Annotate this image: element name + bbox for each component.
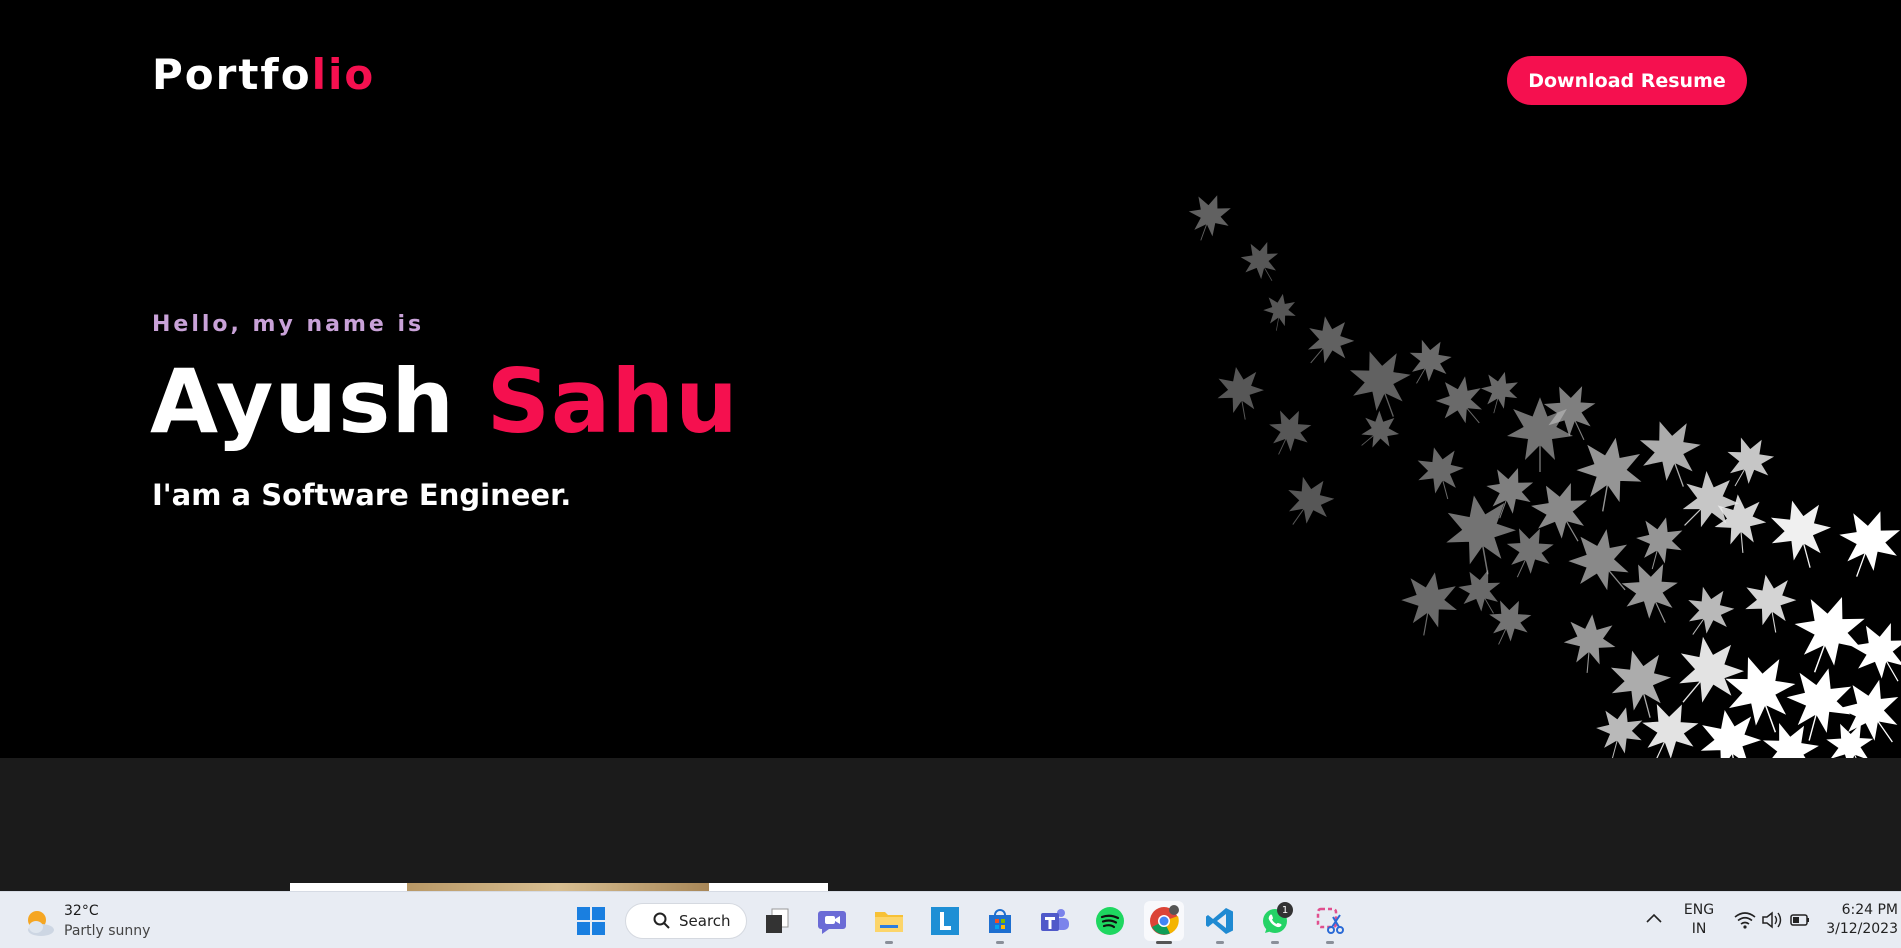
taskbar-clock[interactable]: 6:24 PM 3/12/2023: [1824, 901, 1901, 939]
volume-icon[interactable]: [1762, 911, 1782, 929]
active-indicator: [1156, 941, 1172, 944]
logo-main-text: Portfo: [152, 50, 312, 99]
leaf-shape: [1260, 403, 1317, 464]
l-app-icon[interactable]: [925, 901, 965, 941]
task-view-icon[interactable]: [757, 901, 797, 941]
leaf-shape: [1274, 468, 1342, 538]
running-indicator: [1271, 941, 1279, 944]
language-indicator[interactable]: ENG IN: [1681, 901, 1717, 939]
leaf-shape: [1412, 442, 1470, 506]
hero-last-name: Sahu: [486, 350, 739, 453]
leaf-shape: [1441, 491, 1522, 581]
chevron-up-icon[interactable]: [1643, 908, 1665, 930]
file-explorer-icon[interactable]: [869, 901, 909, 944]
snipping-tool-icon[interactable]: [1310, 901, 1350, 944]
leaf-shape: [1674, 578, 1742, 648]
leaf-shape: [1428, 368, 1497, 438]
vscode-icon[interactable]: [1200, 901, 1240, 944]
partly-sunny-icon: [28, 911, 54, 936]
download-resume-button[interactable]: Download Resume: [1507, 56, 1747, 105]
spotify-icon[interactable]: [1090, 901, 1130, 941]
leaf-shape: [1604, 644, 1679, 726]
whatsapp-icon[interactable]: 1: [1255, 901, 1295, 944]
search-label: Search: [679, 912, 731, 930]
chrome-icon[interactable]: [1144, 901, 1184, 944]
logo-accent-text: lio: [311, 50, 376, 99]
clock-time: 6:24 PM: [1841, 902, 1898, 918]
site-logo[interactable]: Portfolio: [152, 50, 375, 99]
content-image-preview: [407, 883, 709, 891]
system-tray-icons[interactable]: [1733, 909, 1823, 931]
running-indicator: [1216, 941, 1224, 944]
leaf-shape: [1614, 554, 1690, 635]
leaf-shape: [1293, 308, 1362, 378]
leaf-shape: [1260, 291, 1299, 334]
leaf-shape: [1658, 625, 1755, 723]
hero-role: I'am a Software Engineer.: [152, 478, 572, 512]
leaf-shape: [1397, 568, 1462, 641]
leaf-shape: [1590, 702, 1648, 758]
leaf-shape: [1214, 364, 1268, 424]
leaf-shape: [1480, 593, 1537, 654]
region-code: IN: [1691, 921, 1707, 937]
leaf-shape: [1632, 412, 1711, 498]
about-section-preview: [0, 758, 1901, 891]
hero-greeting: Hello, my name is: [152, 312, 425, 337]
hero-first-name: Ayush: [150, 350, 456, 453]
search-icon: [653, 912, 670, 929]
teams-icon[interactable]: [1035, 901, 1075, 941]
leaf-shape: [1181, 189, 1236, 248]
hero-section: Portfolio Download Resume Hello, my name…: [0, 0, 1901, 758]
leaf-shape: [1764, 494, 1839, 576]
language-code: ENG: [1683, 902, 1715, 918]
leaf-shape: [1349, 404, 1406, 460]
weather-temperature: 32°C: [64, 903, 99, 919]
wifi-icon[interactable]: [1734, 912, 1756, 929]
leaf-shape: [1829, 502, 1901, 588]
running-indicator: [1326, 941, 1334, 944]
leaf-shape: [1630, 694, 1706, 758]
weather-description: Partly sunny: [64, 923, 151, 939]
notification-badge: 1: [1277, 902, 1293, 918]
leaf-shape: [1342, 342, 1421, 428]
windows-start-icon[interactable]: [571, 901, 611, 941]
microsoft-store-icon[interactable]: [980, 901, 1020, 944]
browser-viewport: Portfolio Download Resume Hello, my name…: [0, 0, 1901, 948]
weather-widget[interactable]: 32°C Partly sunny: [24, 902, 154, 942]
leaf-shape: [1562, 613, 1617, 676]
windows-taskbar: 32°C Partly sunny Search 1 ENG IN 6:24 P…: [0, 891, 1901, 948]
running-indicator: [996, 941, 1004, 944]
hero-name: Ayush Sahu: [150, 350, 739, 453]
leaf-shape: [1571, 433, 1647, 518]
clock-date: 3/12/2023: [1826, 921, 1898, 937]
running-indicator: [885, 941, 893, 944]
falling-leaves-decoration: [1181, 189, 1901, 758]
content-card-preview: [290, 883, 828, 891]
chat-icon[interactable]: [812, 901, 852, 941]
taskbar-search[interactable]: Search: [625, 903, 747, 939]
leaf-shape: [1630, 512, 1688, 576]
leaf-shape: [1235, 235, 1288, 290]
leaf-shape: [1741, 571, 1801, 638]
battery-icon[interactable]: [1790, 914, 1809, 926]
